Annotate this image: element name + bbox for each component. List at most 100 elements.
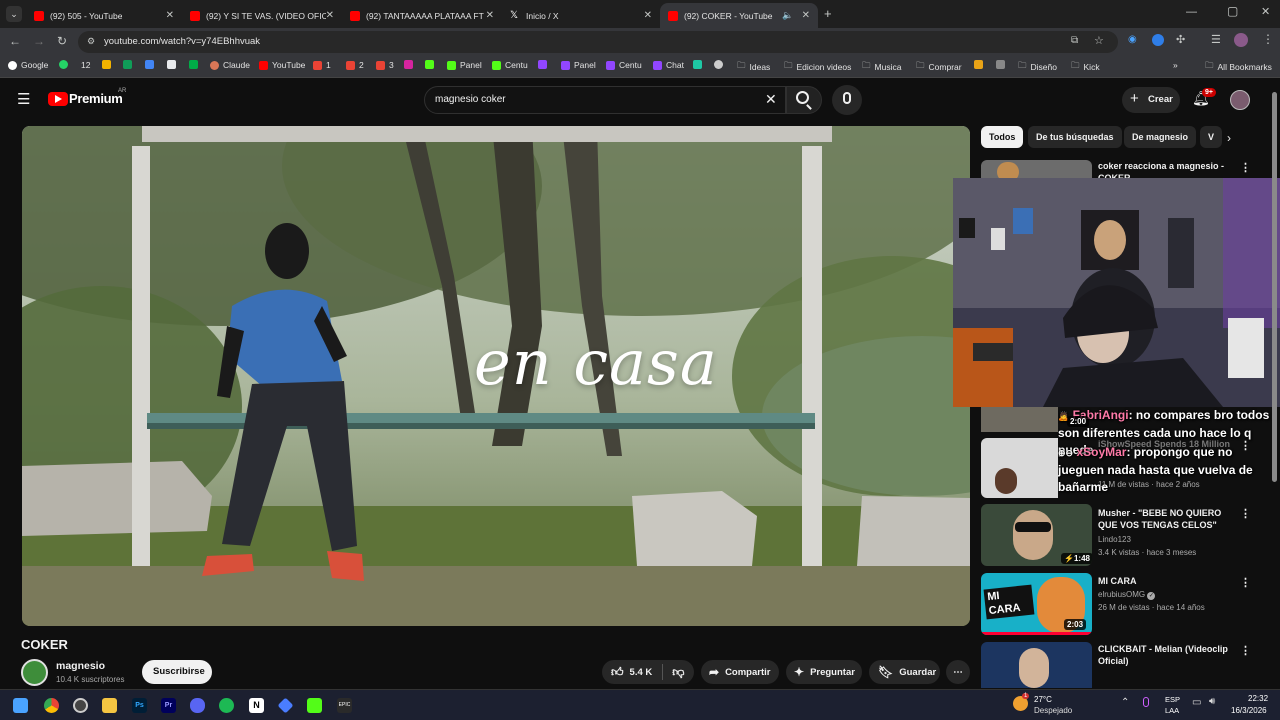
close-window-icon[interactable]: ✕ [1261, 5, 1270, 18]
profile-avatar-icon[interactable] [1234, 33, 1248, 47]
extensions-puzzle-icon[interactable]: ✣ [1176, 33, 1185, 46]
temperature[interactable]: 27°C [1034, 695, 1052, 704]
premiere-icon[interactable]: Pr [161, 698, 176, 713]
close-tab-icon[interactable]: ✕ [644, 10, 652, 21]
more-options-icon[interactable]: ⋮ [1240, 644, 1251, 657]
recommendation-title[interactable]: CLICKBAIT - Melian (Videoclip Oficial) [1098, 643, 1238, 667]
save-button[interactable]: 🔖︎ Guardar [869, 660, 940, 684]
all-bookmarks[interactable]: 🗀 All Bookmarks [1205, 60, 1272, 74]
share-button[interactable]: ➦ Compartir [701, 660, 779, 684]
search-button[interactable] [786, 86, 822, 114]
bookmark-meet[interactable] [189, 60, 202, 69]
close-tab-icon[interactable]: ✕ [802, 10, 810, 21]
bookmark-gmail-3[interactable]: 3 [376, 60, 394, 70]
bookmark-calendar[interactable] [167, 60, 180, 69]
tray-overflow-icon[interactable]: ⌃ [1121, 697, 1129, 708]
close-tab-icon[interactable]: ✕ [486, 10, 494, 21]
account-avatar[interactable] [1230, 90, 1250, 110]
new-tab-icon[interactable]: + [824, 6, 832, 21]
bookmark-centu-twitch[interactable]: Centu [606, 60, 642, 70]
site-info-icon[interactable]: ⚙ [87, 36, 95, 47]
search-input[interactable]: magnesio coker [435, 94, 506, 105]
recommendation-channel[interactable]: Lindo123 [1098, 535, 1131, 544]
recommendation-title[interactable]: MI CARA [1098, 575, 1238, 587]
url-text[interactable]: youtube.com/watch?v=y74EBhhvuak [104, 36, 260, 47]
chip-de-magnesio[interactable]: De magnesio [1124, 126, 1197, 148]
reload-icon[interactable]: ↻ [57, 34, 67, 48]
video-player[interactable]: en casa [22, 126, 970, 626]
clock-time[interactable]: 22:32 [1248, 694, 1268, 703]
tab-505[interactable]: (92) 505 - YouTube ✕ [26, 3, 182, 28]
bookmark-chat[interactable]: Chat [653, 60, 684, 70]
minimize-icon[interactable]: — [1186, 6, 1197, 18]
extension-blue-icon[interactable] [1152, 34, 1164, 46]
omnibox[interactable]: ⚙ youtube.com/watch?v=y74EBhhvuak ⧉ ☆ [78, 31, 1118, 53]
more-options-icon[interactable]: ⋮ [1240, 576, 1251, 589]
close-tab-icon[interactable]: ✕ [326, 10, 334, 21]
spotify-icon[interactable] [219, 698, 234, 713]
search-box[interactable]: magnesio coker ✕ [424, 86, 786, 114]
bookmark-whatsapp[interactable] [59, 60, 72, 69]
bookmark-claude[interactable]: Claude [210, 60, 250, 70]
install-app-icon[interactable]: ⧉ [1071, 35, 1078, 46]
bookmark-12[interactable]: 12 [81, 60, 90, 70]
bookmark-folder-kick[interactable]: 🗀 Kick [1071, 60, 1100, 74]
discord-icon[interactable] [190, 698, 205, 713]
photoshop-icon[interactable]: Ps [132, 698, 147, 713]
guide-menu-icon[interactable]: ☰ [17, 90, 30, 108]
more-options-icon[interactable]: ⋮ [1240, 161, 1251, 174]
recommendation-title[interactable]: iShowSpeed Spends 18 Million [1098, 438, 1238, 450]
like-button[interactable]: 👍︎ 5.4 K [602, 665, 652, 680]
recommendation-thumbnail[interactable]: MI CARA 2:03 [981, 573, 1092, 635]
tab-x-home[interactable]: 𝕏 Inicio / X ✕ [502, 3, 660, 28]
wifi-extension-icon[interactable]: ◉ [1128, 34, 1137, 45]
microphone-tray-icon[interactable] [1143, 697, 1149, 707]
bookmark-folder-diseno[interactable]: 🗀 Diseño [1018, 60, 1057, 74]
voice-search-button[interactable] [832, 85, 862, 115]
bookmark-youtube[interactable]: YouTube [259, 60, 305, 70]
file-explorer-icon[interactable] [102, 698, 117, 713]
bookmark-docs[interactable] [145, 60, 158, 69]
language-code[interactable]: ESP [1165, 695, 1180, 704]
app-diamond-icon[interactable] [277, 697, 294, 714]
recommendation-title[interactable]: Musher - "BEBE NO QUIERO QUE VOS TENGAS … [1098, 507, 1238, 531]
bookmark-app-3[interactable] [974, 60, 987, 69]
chips-next-arrow-icon[interactable]: › [1227, 131, 1231, 145]
reading-list-icon[interactable]: ☰ [1211, 33, 1221, 46]
bookmark-star-icon[interactable]: ☆ [1094, 34, 1104, 47]
more-actions-button[interactable]: ⋯ [946, 660, 970, 684]
tab-tantaaaa[interactable]: (92) TANTAAAAA PLATAAA FT ✕ [342, 3, 502, 28]
windows-start-icon[interactable] [13, 698, 28, 713]
bookmark-drive[interactable] [102, 60, 115, 69]
create-button[interactable]: + Crear [1122, 87, 1180, 113]
bookmark-app-1[interactable] [693, 60, 706, 69]
epic-games-icon[interactable]: EPIC [337, 698, 352, 713]
recommendation-channel[interactable]: elrubiusOMG ✓ [1098, 590, 1156, 600]
obs-icon[interactable] [73, 698, 88, 713]
forward-icon[interactable]: → [33, 34, 45, 48]
bookmark-google[interactable]: Google [8, 60, 48, 70]
tab-coker-youtube[interactable]: (92) COKER - YouTube 🔈 ✕ [660, 3, 818, 28]
recommendation-thumbnail[interactable] [981, 642, 1092, 688]
bookmark-panel-kick[interactable]: Panel [447, 60, 482, 70]
channel-avatar[interactable] [21, 659, 48, 686]
bookmark-panel-twitch[interactable]: Panel [561, 60, 596, 70]
more-options-icon[interactable]: ⋮ [1240, 439, 1251, 452]
bookmark-sheets[interactable] [123, 60, 136, 69]
bookmark-folder-edicion[interactable]: 🗀 Edicion videos [784, 60, 851, 74]
channel-name[interactable]: magnesio [56, 660, 105, 672]
maximize-icon[interactable]: ▢ [1227, 4, 1238, 18]
chip-de-tus-busquedas[interactable]: De tus búsquedas [1028, 126, 1122, 148]
subscribe-button[interactable]: Suscribirse [142, 660, 212, 684]
bookmark-centu-kick[interactable]: Centu [492, 60, 528, 70]
bookmarks-overflow-icon[interactable]: » [1173, 60, 1178, 70]
bookmark-folder-comprar[interactable]: 🗀 Comprar [916, 60, 962, 74]
bookmark-folder-musica[interactable]: 🗀 Musica [862, 60, 901, 74]
bookmark-gmail-2[interactable]: 2 [346, 60, 364, 70]
back-icon[interactable]: ← [9, 34, 21, 48]
bookmark-kick[interactable] [425, 60, 438, 69]
tab-search-dropdown-icon[interactable]: ⌄ [6, 6, 22, 22]
chip-more[interactable]: V [1200, 126, 1222, 148]
bookmark-app-4[interactable] [996, 60, 1009, 69]
volume-icon[interactable]: 🔊︎ [1209, 696, 1215, 707]
